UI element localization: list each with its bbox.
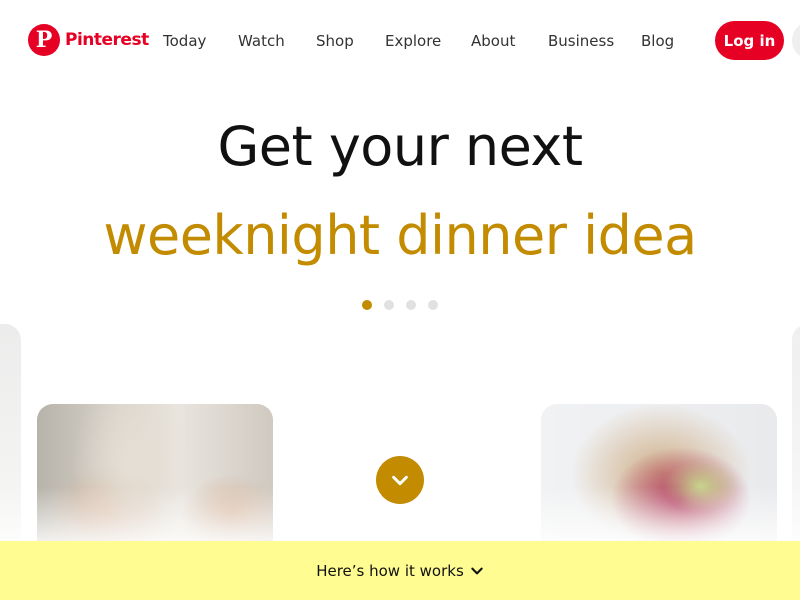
pinterest-logo-icon: P — [28, 24, 60, 56]
pin-image-toast[interactable] — [541, 404, 777, 554]
carousel-dot[interactable] — [362, 300, 372, 310]
pin-image-partial-right[interactable] — [792, 324, 800, 554]
chevron-down-icon — [470, 564, 484, 578]
hero-headline: Get your next — [217, 115, 583, 178]
pin-image-kitchen[interactable] — [37, 404, 273, 554]
pin-image-partial-left[interactable] — [0, 324, 21, 554]
carousel-dot[interactable] — [406, 300, 416, 310]
carousel-dot[interactable] — [428, 300, 438, 310]
nav-item-today[interactable]: Today — [163, 32, 206, 50]
carousel-dot[interactable] — [384, 300, 394, 310]
scroll-down-button[interactable] — [376, 456, 424, 504]
hero-subheadline: weeknight dinner idea — [103, 204, 697, 267]
how-it-works-bar[interactable]: Here’s how it works — [0, 541, 800, 600]
nav-item-blog[interactable]: Blog — [641, 32, 674, 50]
nav-item-shop[interactable]: Shop — [316, 32, 354, 50]
nav-item-watch[interactable]: Watch — [238, 32, 285, 50]
site-header: P Pinterest Today Watch Shop Explore Abo… — [0, 0, 800, 80]
nav-item-business[interactable]: Business — [548, 32, 614, 50]
carousel-dots — [362, 300, 438, 310]
chevron-down-icon — [392, 475, 408, 486]
nav-item-about[interactable]: About — [471, 32, 515, 50]
brand-name: Pinterest — [65, 30, 149, 50]
nav-item-explore[interactable]: Explore — [385, 32, 441, 50]
signup-button[interactable] — [792, 21, 800, 60]
login-button[interactable]: Log in — [715, 21, 784, 60]
how-it-works-label: Here’s how it works — [316, 561, 464, 580]
pinterest-logo-link[interactable]: P Pinterest — [28, 24, 149, 56]
